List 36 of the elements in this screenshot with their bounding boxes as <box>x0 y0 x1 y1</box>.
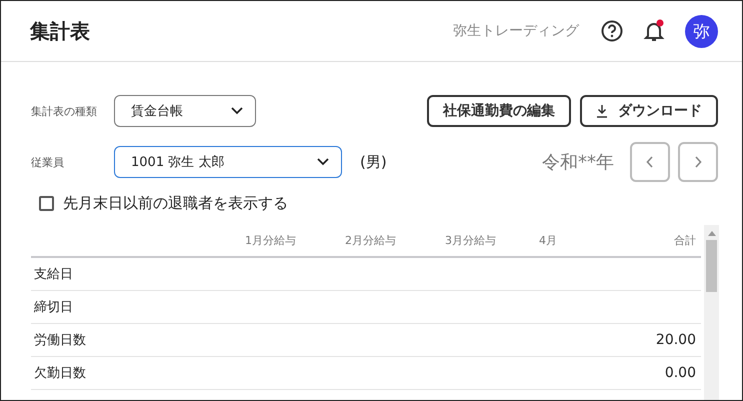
help-icon[interactable] <box>601 20 623 42</box>
year-label: 令和**年 <box>542 151 614 174</box>
previous-year-button[interactable] <box>630 142 670 182</box>
row-label: 支給日 <box>33 266 74 283</box>
chevron-left-icon <box>646 156 654 168</box>
avatar[interactable]: 弥 <box>685 14 718 48</box>
chevron-down-icon <box>231 107 243 115</box>
chevron-right-icon <box>694 156 702 168</box>
row-label: 締切日 <box>33 299 74 316</box>
column-header: 4月 <box>538 233 558 248</box>
bell-icon[interactable] <box>643 19 665 43</box>
download-button[interactable]: ダウンロード <box>580 95 718 127</box>
field-label: 従業員 <box>31 154 65 170</box>
checkbox-label: 先月末日以前の退職者を表示する <box>63 194 288 213</box>
table-cell-text: 20.00 <box>654 332 697 348</box>
scrollbar[interactable] <box>704 225 719 400</box>
scroll-up-arrow-icon[interactable] <box>708 230 716 236</box>
column-header: 2月分給与 <box>344 233 397 248</box>
download-icon <box>596 104 608 118</box>
gender-text: (男) <box>360 152 387 172</box>
column-header: 合計 <box>673 233 697 248</box>
company-name[interactable]: 弥生トレーディング <box>453 22 579 40</box>
checkbox[interactable] <box>39 196 54 211</box>
table-cell-text: 0.00 <box>664 365 697 381</box>
edit-button[interactable]: 社保通勤費の編集 <box>427 95 571 127</box>
column-header: 3月分給与 <box>444 233 497 248</box>
employee-select[interactable]: 1001 弥生 太郎 <box>114 146 342 178</box>
scrollbar-thumb[interactable] <box>706 240 717 292</box>
row-label: 欠勤日数 <box>33 365 87 382</box>
report-type-select[interactable]: 賃金台帳 <box>114 95 256 127</box>
row-label: 労働日数 <box>33 332 87 349</box>
chevron-down-icon <box>317 158 329 166</box>
column-header: 1月分給与 <box>244 233 297 248</box>
page-title: 集計表 <box>30 18 90 44</box>
next-year-button[interactable] <box>678 142 718 182</box>
field-label: 集計表の種類 <box>31 104 98 118</box>
